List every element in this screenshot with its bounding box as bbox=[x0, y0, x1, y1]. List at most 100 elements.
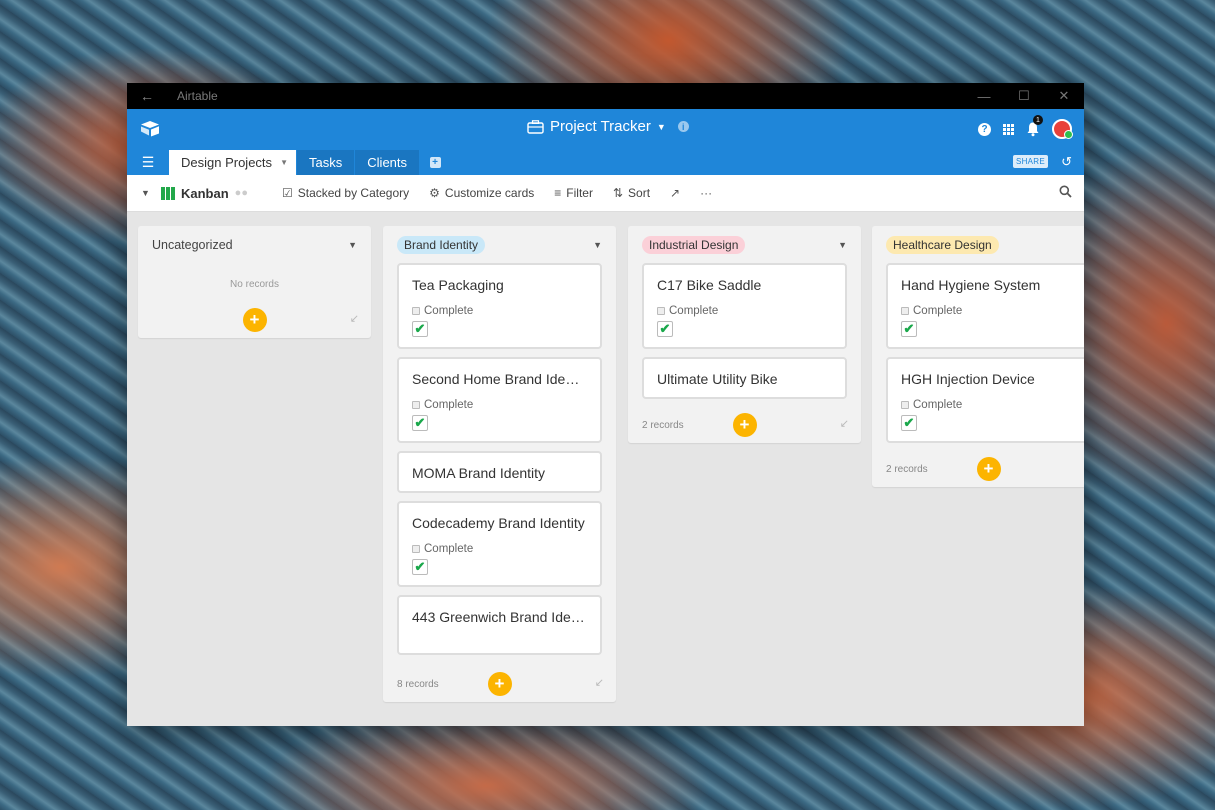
app-window: ← Airtable — ☐ ✕ Project Tracker ▼ i ? 1… bbox=[127, 83, 1084, 726]
stacked-by-button[interactable]: ☑ Stacked by Category bbox=[282, 186, 409, 200]
checkbox-field-icon bbox=[901, 401, 909, 409]
airtable-logo-icon[interactable] bbox=[140, 120, 160, 142]
field-label-text: Complete bbox=[424, 305, 474, 317]
card-list: Hand Hygiene System Complete ✔ HGH Injec… bbox=[872, 263, 1084, 443]
add-table-button[interactable]: + bbox=[420, 150, 450, 175]
checkbox-field-icon bbox=[412, 307, 420, 315]
sort-icon: ⇅ bbox=[612, 186, 624, 200]
column-header: Healthcare Design ▼ bbox=[872, 226, 1084, 263]
app-title: Airtable bbox=[177, 89, 218, 103]
filter-icon: ≡ bbox=[554, 186, 562, 200]
gear-icon: ⚙ bbox=[429, 186, 440, 200]
help-icon[interactable]: ? bbox=[978, 122, 991, 136]
card-title: HGH Injection Device bbox=[901, 371, 1035, 387]
customize-cards-button[interactable]: ⚙ Customize cards bbox=[429, 186, 534, 200]
column-title: Industrial Design bbox=[642, 235, 746, 254]
record-count: 2 records bbox=[886, 463, 928, 475]
kanban-column-industrial-design: Industrial Design ▼ C17 Bike Saddle Comp… bbox=[628, 226, 861, 443]
apps-grid-icon[interactable] bbox=[1003, 123, 1014, 135]
card-title: C17 Bike Saddle bbox=[657, 277, 762, 293]
share-button[interactable]: SHARE bbox=[1012, 155, 1048, 168]
add-record-button[interactable]: + bbox=[242, 308, 267, 332]
add-record-button[interactable]: + bbox=[732, 413, 757, 437]
view-switcher-chevron-icon[interactable]: ▼ bbox=[141, 188, 161, 198]
sort-label: Sort bbox=[628, 186, 651, 200]
record-card[interactable]: Ultimate Utility Bike bbox=[642, 357, 847, 399]
table-tabs: ☰ Design Projects ▼ Tasks Clients + SHAR… bbox=[127, 149, 1084, 175]
column-menu-chevron-icon[interactable]: ▼ bbox=[838, 240, 847, 250]
header-actions: ? 1 bbox=[978, 115, 1073, 139]
window-controls: — ☐ ✕ bbox=[964, 83, 1084, 109]
column-title: Uncategorized bbox=[152, 237, 233, 252]
field-label-text: Complete bbox=[913, 305, 963, 317]
record-card[interactable]: C17 Bike Saddle Complete ✔ bbox=[642, 263, 847, 349]
column-footer: + ↙ bbox=[138, 304, 371, 338]
complete-checkbox[interactable]: ✔ bbox=[657, 321, 673, 337]
column-header: Uncategorized ▼ bbox=[138, 226, 371, 263]
back-arrow-icon[interactable]: ← bbox=[127, 88, 167, 104]
field-label: Complete bbox=[412, 543, 587, 555]
column-menu-chevron-icon[interactable]: ▼ bbox=[1082, 240, 1084, 250]
column-footer: 2 records + ↙ bbox=[628, 407, 861, 443]
add-record-button[interactable]: + bbox=[976, 457, 1001, 481]
kanban-column-brand-identity: Brand Identity ▼ Tea Packaging Complete … bbox=[383, 226, 616, 702]
card-title: Codecademy Brand Identity bbox=[412, 515, 585, 531]
card-title: Ultimate Utility Bike bbox=[657, 371, 778, 387]
complete-checkbox[interactable]: ✔ bbox=[412, 321, 428, 337]
tab-clients[interactable]: Clients bbox=[355, 150, 420, 175]
add-record-button[interactable]: + bbox=[487, 672, 512, 696]
hamburger-menu-icon[interactable]: ☰ bbox=[127, 149, 169, 175]
collaborators-icon[interactable]: ●● bbox=[235, 187, 248, 199]
column-menu-chevron-icon[interactable]: ▼ bbox=[348, 240, 357, 250]
view-name[interactable]: Kanban bbox=[181, 186, 229, 201]
column-footer: 8 records + ↙ bbox=[383, 666, 616, 702]
expand-icon[interactable]: ↙ bbox=[350, 312, 359, 325]
maximize-icon[interactable]: ☐ bbox=[1004, 83, 1044, 109]
record-card[interactable]: Hand Hygiene System Complete ✔ bbox=[886, 263, 1084, 349]
search-icon[interactable] bbox=[1059, 185, 1072, 201]
record-card[interactable]: MOMA Brand Identity bbox=[397, 451, 602, 493]
expand-icon[interactable]: ↙ bbox=[595, 676, 604, 689]
column-menu-chevron-icon[interactable]: ▼ bbox=[593, 240, 602, 250]
sort-button[interactable]: ⇅ Sort bbox=[613, 186, 650, 200]
complete-checkbox[interactable]: ✔ bbox=[412, 559, 428, 575]
filter-button[interactable]: ≡ Filter bbox=[554, 186, 593, 200]
minimize-icon[interactable]: — bbox=[964, 83, 1004, 109]
record-card[interactable]: HGH Injection Device Complete ✔ bbox=[886, 357, 1084, 443]
record-card[interactable]: Tea Packaging Complete ✔ bbox=[397, 263, 602, 349]
customize-cards-label: Customize cards bbox=[444, 186, 535, 200]
stacked-by-label: Stacked by Category bbox=[297, 186, 410, 200]
more-options-button[interactable]: ··· bbox=[700, 186, 712, 200]
base-title[interactable]: Project Tracker ▼ i bbox=[527, 118, 689, 135]
share-view-button[interactable]: ↗ bbox=[670, 186, 680, 200]
record-card[interactable]: Second Home Brand Identity Complete ✔ bbox=[397, 357, 602, 443]
tab-tasks[interactable]: Tasks bbox=[297, 150, 355, 175]
card-list: C17 Bike Saddle Complete ✔ Ultimate Util… bbox=[628, 263, 861, 399]
column-title: Brand Identity bbox=[397, 235, 486, 254]
expand-icon[interactable]: ↙ bbox=[840, 417, 849, 430]
complete-checkbox[interactable]: ✔ bbox=[901, 321, 917, 337]
info-icon[interactable]: i bbox=[677, 121, 689, 132]
checkbox-field-icon bbox=[412, 401, 420, 409]
checkbox-field-icon bbox=[657, 307, 665, 315]
chevron-down-icon[interactable]: ▼ bbox=[657, 122, 666, 132]
close-icon[interactable]: ✕ bbox=[1044, 83, 1084, 109]
record-count: 2 records bbox=[642, 419, 684, 431]
tab-design-projects[interactable]: Design Projects ▼ bbox=[169, 150, 297, 175]
card-title: MOMA Brand Identity bbox=[412, 465, 546, 481]
tab-chevron-down-icon[interactable]: ▼ bbox=[280, 158, 288, 167]
field-label-text: Complete bbox=[424, 399, 474, 411]
view-toolbar: ▼ Kanban ●● ☑ Stacked by Category ⚙ Cust… bbox=[127, 175, 1084, 212]
complete-checkbox[interactable]: ✔ bbox=[901, 415, 917, 431]
kanban-column-healthcare-design: Healthcare Design ▼ Hand Hygiene System … bbox=[872, 226, 1084, 487]
record-card[interactable]: 443 Greenwich Brand Identi... bbox=[397, 595, 602, 655]
base-title-text: Project Tracker bbox=[550, 118, 651, 135]
complete-checkbox[interactable]: ✔ bbox=[412, 415, 428, 431]
record-card[interactable]: Codecademy Brand Identity Complete ✔ bbox=[397, 501, 602, 587]
history-icon[interactable]: ↺ bbox=[1061, 154, 1072, 170]
user-avatar[interactable] bbox=[1052, 119, 1073, 139]
notifications-bell-icon[interactable]: 1 bbox=[1026, 115, 1043, 137]
column-header: Brand Identity ▼ bbox=[383, 226, 616, 263]
card-list: Tea Packaging Complete ✔ Second Home Bra… bbox=[383, 263, 616, 666]
checkbox-field-icon bbox=[901, 307, 909, 315]
